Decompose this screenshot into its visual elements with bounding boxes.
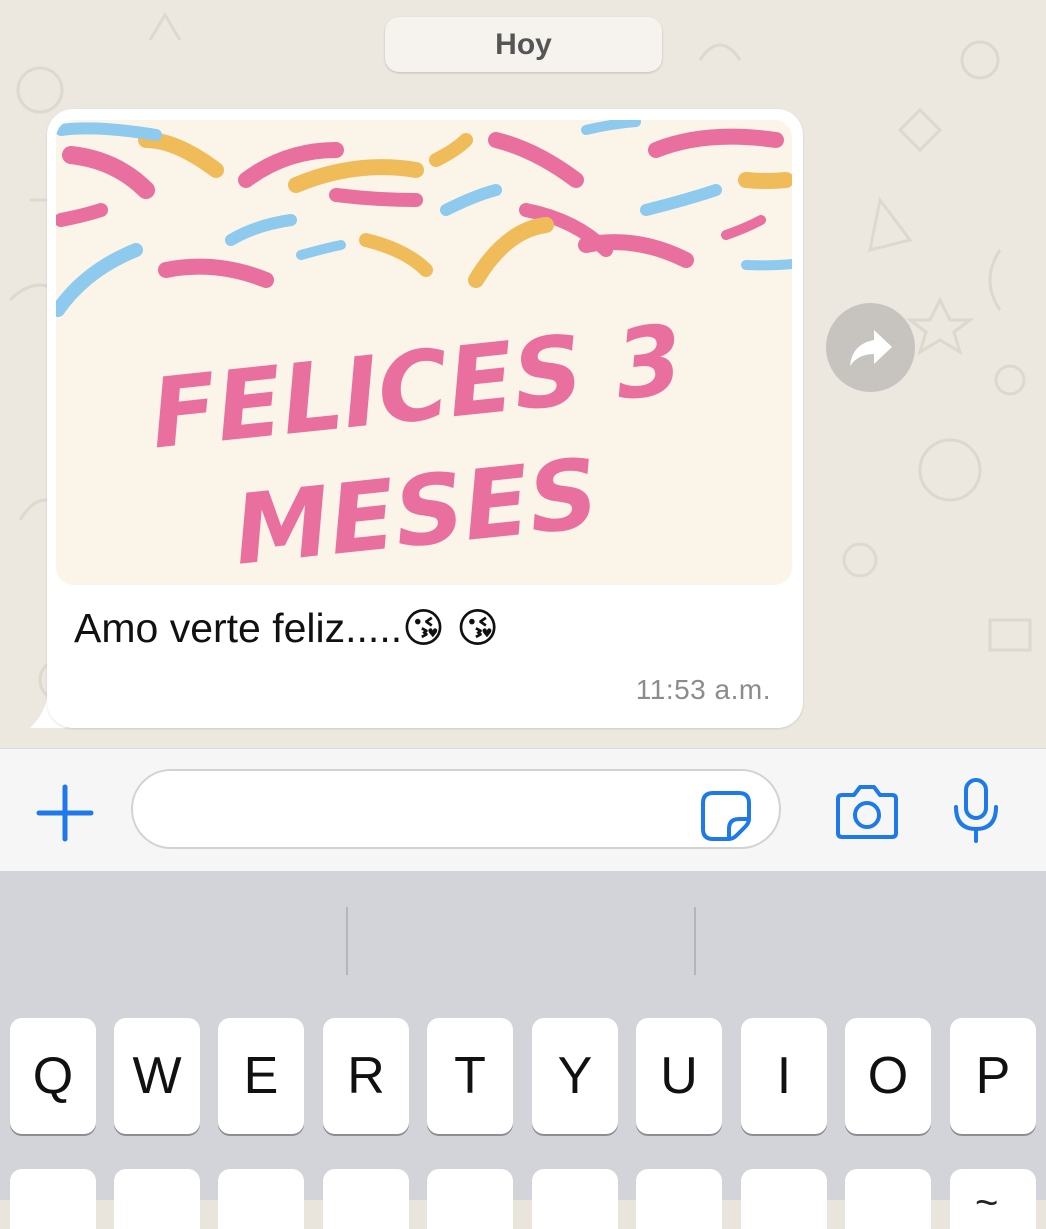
key-o[interactable]: O xyxy=(845,1018,931,1134)
key-d[interactable] xyxy=(218,1169,304,1229)
key-t[interactable]: T xyxy=(427,1018,513,1134)
sticker-icon[interactable] xyxy=(699,789,753,843)
forward-arrow-icon xyxy=(849,329,892,366)
message-text: Amo verte feliz.....😘 😘 xyxy=(74,605,499,651)
plus-icon[interactable] xyxy=(35,783,95,843)
n-tilde-mark: ~ xyxy=(975,1181,999,1225)
camera-icon[interactable] xyxy=(834,781,900,841)
key-j[interactable] xyxy=(636,1169,722,1229)
message-image[interactable]: FELICES 3 MESES xyxy=(56,120,792,585)
key-g[interactable] xyxy=(427,1169,513,1229)
microphone-icon[interactable] xyxy=(950,777,1002,845)
date-separator: Hoy xyxy=(385,17,662,72)
key-u[interactable]: U xyxy=(636,1018,722,1134)
key-a[interactable] xyxy=(10,1169,96,1229)
message-bubble[interactable]: FELICES 3 MESES Amo verte feliz.....😘 😘 … xyxy=(47,109,803,728)
suggestion-divider xyxy=(346,907,348,975)
message-input-bar xyxy=(0,748,1046,872)
key-q[interactable]: Q xyxy=(10,1018,96,1134)
key-e[interactable]: E xyxy=(218,1018,304,1134)
key-s[interactable] xyxy=(114,1169,200,1229)
chat-area: Hoy FELICES 3 MESES Amo verte feliz.....… xyxy=(0,0,1046,748)
key-h[interactable] xyxy=(532,1169,618,1229)
key-i[interactable]: I xyxy=(741,1018,827,1134)
key-l[interactable] xyxy=(845,1169,931,1229)
message-input[interactable] xyxy=(159,785,703,835)
key-k[interactable] xyxy=(741,1169,827,1229)
felices-3-meses-image: FELICES 3 MESES xyxy=(56,120,792,585)
date-label: Hoy xyxy=(495,27,552,61)
keyboard: Q W E R T Y U I O P ~ xyxy=(0,871,1046,1229)
forward-button[interactable] xyxy=(826,303,915,392)
key-w[interactable]: W xyxy=(114,1018,200,1134)
key-f[interactable] xyxy=(323,1169,409,1229)
message-text-field[interactable] xyxy=(131,769,781,849)
message-timestamp: 11:53 a.m. xyxy=(635,674,771,705)
key-y[interactable]: Y xyxy=(532,1018,618,1134)
key-p[interactable]: P xyxy=(950,1018,1036,1134)
key-r[interactable]: R xyxy=(323,1018,409,1134)
suggestion-divider xyxy=(694,907,696,975)
